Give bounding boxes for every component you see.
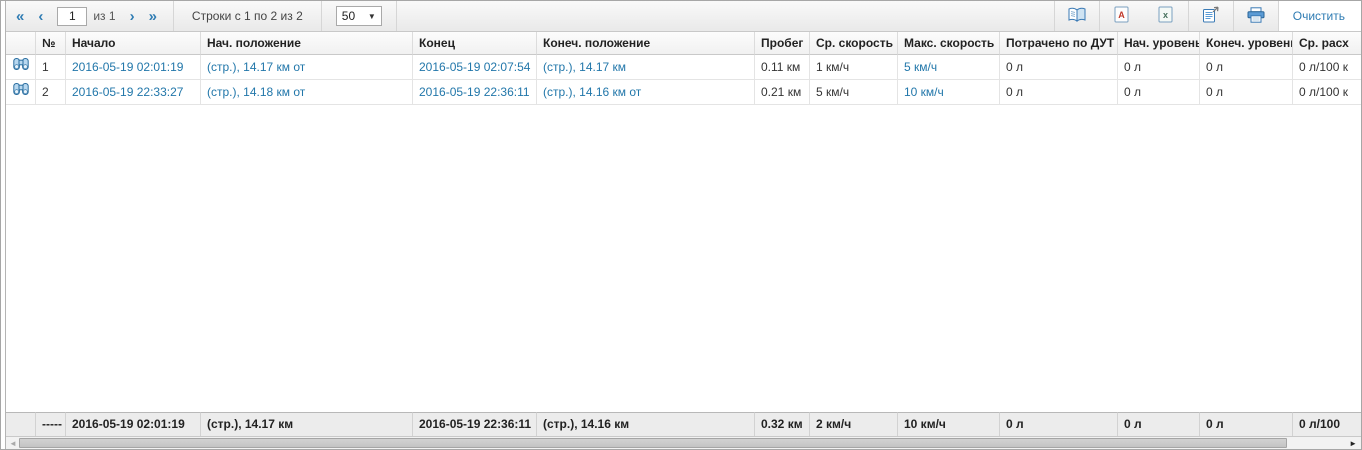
total-start: 2016-05-19 02:01:19 <box>66 412 201 436</box>
table-header-row: № Начало Нач. положение Конец Конеч. пол… <box>6 32 1361 55</box>
chevron-down-icon: ▼ <box>368 12 376 21</box>
scrollbar-thumb[interactable] <box>19 438 1287 448</box>
header-end[interactable]: Конец <box>413 32 537 55</box>
table-row: 1 2016-05-19 02:01:19 (стр.), 14.17 км о… <box>6 55 1361 80</box>
report-window: « ‹ из 1 › » Строки с 1 по 2 из 2 50 ▼ <box>0 0 1362 450</box>
toolbar-actions: A x <box>1054 1 1361 31</box>
total-max-speed: 10 км/ч <box>898 412 1000 436</box>
page-count-label: из 1 <box>93 9 115 23</box>
total-final-level: 0 л <box>1200 412 1293 436</box>
row-end-position-link[interactable]: (стр.), 14.16 км от <box>537 80 755 105</box>
binoculars-icon <box>13 55 29 79</box>
row-avg-speed: 1 км/ч <box>810 55 898 80</box>
header-final-level[interactable]: Конеч. уровень <box>1200 32 1293 55</box>
rows-range-label: Строки с 1 по 2 из 2 <box>174 9 321 23</box>
clear-button[interactable]: Очистить <box>1279 1 1361 31</box>
pagination: « ‹ из 1 › » <box>6 7 173 26</box>
export-pdf-icon: A <box>1114 6 1129 26</box>
row-num: 2 <box>36 80 66 105</box>
total-init-level: 0 л <box>1118 412 1200 436</box>
page-number-input[interactable] <box>57 7 87 26</box>
copy-report-icon <box>1202 6 1220 26</box>
page-size-value: 50 <box>342 9 355 23</box>
row-start-link[interactable]: 2016-05-19 22:33:27 <box>66 80 201 105</box>
row-start-position-link[interactable]: (стр.), 14.18 км от <box>201 80 413 105</box>
total-end: 2016-05-19 22:36:11 <box>413 412 537 436</box>
export-excel-icon: x <box>1158 6 1173 26</box>
toolbar-separator <box>396 1 397 31</box>
header-avg-consumption[interactable]: Ср. расх <box>1293 32 1361 55</box>
export-excel-button[interactable]: x <box>1144 1 1188 31</box>
row-avg-consumption: 0 л/100 к <box>1293 80 1361 105</box>
table-empty-area <box>6 105 1361 412</box>
table-row: 2 2016-05-19 22:33:27 (стр.), 14.18 км о… <box>6 80 1361 105</box>
row-max-speed-link[interactable]: 10 км/ч <box>898 80 1000 105</box>
print-button[interactable] <box>1234 1 1278 31</box>
clear-button-label: Очистить <box>1293 9 1345 23</box>
header-end-position[interactable]: Конеч. положение <box>537 32 755 55</box>
row-max-speed-link[interactable]: 5 км/ч <box>898 55 1000 80</box>
show-on-map-button[interactable] <box>6 80 36 105</box>
header-num[interactable]: № <box>36 32 66 55</box>
row-init-level: 0 л <box>1118 55 1200 80</box>
row-final-level: 0 л <box>1200 80 1293 105</box>
horizontal-scrollbar[interactable]: ◄ ► <box>6 436 1361 449</box>
row-start-position-link[interactable]: (стр.), 14.17 км от <box>201 55 413 80</box>
first-page-button[interactable]: « <box>16 9 24 24</box>
row-end-position-link[interactable]: (стр.), 14.17 км <box>537 55 755 80</box>
total-start-position: (стр.), 14.17 км <box>201 412 413 436</box>
header-fuel-used[interactable]: Потрачено по ДУТ <box>1000 32 1118 55</box>
row-num: 1 <box>36 55 66 80</box>
row-fuel-used: 0 л <box>1000 80 1118 105</box>
report-template-button[interactable] <box>1055 1 1099 31</box>
prev-page-button[interactable]: ‹ <box>38 9 43 24</box>
total-icon-cell <box>6 412 36 436</box>
total-avg-speed: 2 км/ч <box>810 412 898 436</box>
header-max-speed[interactable]: Макс. скорость <box>898 32 1000 55</box>
report-toolbar: « ‹ из 1 › » Строки с 1 по 2 из 2 50 ▼ <box>6 1 1361 32</box>
last-page-button[interactable]: » <box>149 9 157 24</box>
toolbar-separator <box>321 1 322 31</box>
table-total-row: ----- 2016-05-19 02:01:19 (стр.), 14.17 … <box>6 412 1361 436</box>
header-start-position[interactable]: Нач. положение <box>201 32 413 55</box>
row-end-link[interactable]: 2016-05-19 02:07:54 <box>413 55 537 80</box>
row-init-level: 0 л <box>1118 80 1200 105</box>
total-avg-consumption: 0 л/100 <box>1293 412 1361 436</box>
row-avg-speed: 5 км/ч <box>810 80 898 105</box>
total-end-position: (стр.), 14.16 км <box>537 412 755 436</box>
copy-report-button[interactable] <box>1189 1 1233 31</box>
row-final-level: 0 л <box>1200 55 1293 80</box>
row-mileage: 0.11 км <box>755 55 810 80</box>
scroll-right-arrow-icon[interactable]: ► <box>1349 437 1357 449</box>
total-fuel-used: 0 л <box>1000 412 1118 436</box>
header-start[interactable]: Начало <box>66 32 201 55</box>
total-mileage: 0.32 км <box>755 412 810 436</box>
header-icon-column <box>6 32 36 55</box>
header-avg-speed[interactable]: Ср. скорость <box>810 32 898 55</box>
row-end-link[interactable]: 2016-05-19 22:36:11 <box>413 80 537 105</box>
row-mileage: 0.21 км <box>755 80 810 105</box>
show-on-map-button[interactable] <box>6 55 36 80</box>
scroll-left-arrow-icon[interactable]: ◄ <box>9 437 17 449</box>
header-mileage[interactable]: Пробег <box>755 32 810 55</box>
binoculars-icon <box>13 80 29 104</box>
report-panel: « ‹ из 1 › » Строки с 1 по 2 из 2 50 ▼ <box>6 1 1361 449</box>
print-icon <box>1246 7 1266 26</box>
report-book-icon <box>1067 7 1087 26</box>
svg-text:A: A <box>1119 10 1126 20</box>
svg-text:x: x <box>1163 10 1168 20</box>
next-page-button[interactable]: › <box>130 9 135 24</box>
row-fuel-used: 0 л <box>1000 55 1118 80</box>
row-avg-consumption: 0 л/100 к <box>1293 55 1361 80</box>
row-start-link[interactable]: 2016-05-19 02:01:19 <box>66 55 201 80</box>
header-init-level[interactable]: Нач. уровень <box>1118 32 1200 55</box>
export-pdf-button[interactable]: A <box>1100 1 1144 31</box>
page-size-select[interactable]: 50 ▼ <box>336 6 382 26</box>
total-num: ----- <box>36 412 66 436</box>
